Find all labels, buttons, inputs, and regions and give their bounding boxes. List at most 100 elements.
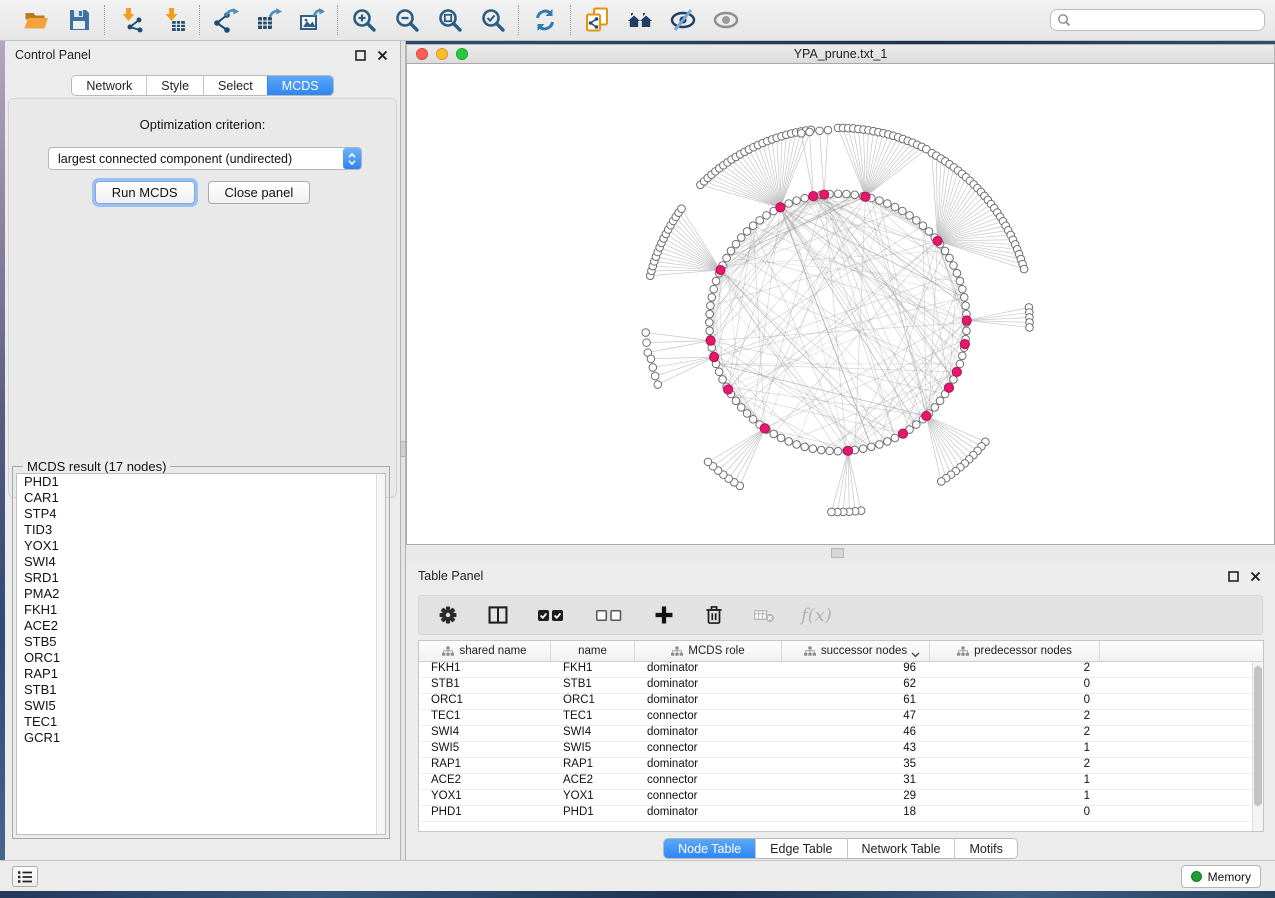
criterion-dropdown[interactable]: largest connected component (undirected) bbox=[48, 147, 362, 170]
mcds-result-item[interactable]: GCR1 bbox=[17, 730, 385, 746]
graph-node[interactable] bbox=[642, 329, 650, 337]
graph-mcds-node[interactable] bbox=[933, 236, 942, 245]
graph-node[interactable] bbox=[824, 126, 832, 134]
graph-node[interactable] bbox=[913, 421, 921, 429]
graph-mcds-node[interactable] bbox=[776, 203, 785, 212]
graph-node[interactable] bbox=[941, 247, 949, 255]
mcds-result-item[interactable]: STP4 bbox=[17, 506, 385, 522]
graph-node[interactable] bbox=[756, 217, 764, 225]
column-header-predecessor-nodes[interactable]: predecessor nodes bbox=[930, 641, 1100, 661]
zoom-fit-icon[interactable] bbox=[436, 7, 463, 34]
graph-node[interactable] bbox=[884, 200, 892, 208]
graph-node[interactable] bbox=[956, 277, 964, 285]
graph-mcds-node[interactable] bbox=[960, 340, 969, 349]
float-panel-icon[interactable] bbox=[352, 47, 368, 63]
deselect-all-icon[interactable] bbox=[593, 602, 627, 628]
column-header-name[interactable]: name bbox=[551, 641, 635, 661]
table-row[interactable]: TEC1TEC1connector472 bbox=[419, 710, 1252, 726]
mcds-result-list[interactable]: PHD1CAR1STP4TID3YOX1SWI4SRD1PMA2FKH1ACE2… bbox=[16, 473, 386, 835]
mcds-result-item[interactable]: SRD1 bbox=[17, 570, 385, 586]
table-scrollbar[interactable] bbox=[1252, 662, 1263, 831]
graph-mcds-node[interactable] bbox=[716, 265, 725, 274]
graph-node[interactable] bbox=[937, 478, 945, 486]
graph-mcds-node[interactable] bbox=[952, 367, 961, 376]
graph-mcds-node[interactable] bbox=[724, 385, 733, 394]
graph-node[interactable] bbox=[732, 397, 740, 405]
graph-node[interactable] bbox=[727, 247, 735, 255]
first-neighbors-icon[interactable] bbox=[626, 7, 653, 34]
graph-node[interactable] bbox=[891, 203, 899, 211]
float-panel-icon[interactable] bbox=[1225, 568, 1241, 584]
table-row[interactable]: FKH1FKH1dominator962 bbox=[419, 662, 1252, 678]
graph-node[interactable] bbox=[785, 200, 793, 208]
export-table-icon[interactable] bbox=[255, 7, 282, 34]
delete-table-icon[interactable] bbox=[751, 602, 777, 628]
graph-node[interactable] bbox=[891, 434, 899, 442]
mcds-result-item[interactable]: STB5 bbox=[17, 634, 385, 650]
mcds-result-item[interactable]: ACE2 bbox=[17, 618, 385, 634]
show-panels-list-button[interactable] bbox=[12, 866, 38, 887]
graph-mcds-node[interactable] bbox=[861, 192, 870, 201]
graph-node[interactable] bbox=[647, 355, 655, 363]
graph-node[interactable] bbox=[851, 191, 859, 199]
tab-network[interactable]: Network bbox=[72, 76, 146, 95]
table-row[interactable]: YOX1YOX1connector291 bbox=[419, 790, 1252, 806]
graph-node[interactable] bbox=[737, 234, 745, 242]
table-row[interactable]: ACE2ACE2connector311 bbox=[419, 774, 1252, 790]
graph-node[interactable] bbox=[793, 441, 801, 449]
open-folder-icon[interactable] bbox=[22, 7, 49, 34]
graph-node[interactable] bbox=[936, 397, 944, 405]
graph-node[interactable] bbox=[913, 217, 921, 225]
table-row[interactable]: SWI4SWI4dominator462 bbox=[419, 726, 1252, 742]
export-network-icon[interactable] bbox=[212, 7, 239, 34]
graph-node[interactable] bbox=[743, 410, 751, 418]
graph-node[interactable] bbox=[931, 404, 939, 412]
function-builder-icon[interactable]: f(x) bbox=[801, 605, 832, 626]
splitter-grip[interactable] bbox=[831, 548, 844, 558]
graph-node[interactable] bbox=[828, 508, 836, 516]
tab-select[interactable]: Select bbox=[203, 76, 267, 95]
table-row[interactable]: PHD1PHD1dominator180 bbox=[419, 806, 1252, 822]
network-window-titlebar[interactable]: YPA_prune.txt_1 bbox=[406, 44, 1275, 64]
refresh-icon[interactable] bbox=[531, 7, 558, 34]
graph-node[interactable] bbox=[723, 254, 731, 262]
mcds-result-item[interactable]: TID3 bbox=[17, 522, 385, 538]
graph-node[interactable] bbox=[809, 445, 817, 453]
graph-node[interactable] bbox=[801, 194, 809, 202]
graph-node[interactable] bbox=[785, 438, 793, 446]
select-all-icon[interactable] bbox=[535, 602, 569, 628]
delete-column-icon[interactable] bbox=[701, 602, 727, 628]
hide-selected-icon[interactable] bbox=[669, 7, 696, 34]
table-scrollbar-thumb[interactable] bbox=[1254, 666, 1262, 806]
show-all-icon[interactable] bbox=[712, 7, 739, 34]
graph-node[interactable] bbox=[749, 222, 757, 230]
graph-node[interactable] bbox=[706, 327, 714, 335]
mcds-result-item[interactable]: PMA2 bbox=[17, 586, 385, 602]
graph-node[interactable] bbox=[834, 190, 842, 198]
graph-node[interactable] bbox=[963, 327, 971, 335]
close-panel-icon[interactable] bbox=[1247, 568, 1263, 584]
settings-gear-icon[interactable] bbox=[435, 602, 461, 628]
graph-node[interactable] bbox=[960, 294, 968, 302]
tab-mcds[interactable]: MCDS bbox=[267, 76, 333, 95]
graph-node[interactable] bbox=[843, 190, 851, 198]
graph-mcds-node[interactable] bbox=[809, 192, 818, 201]
mcds-result-item[interactable]: SWI4 bbox=[17, 554, 385, 570]
graph-node[interactable] bbox=[806, 128, 814, 136]
network-canvas[interactable] bbox=[406, 64, 1275, 545]
graph-node[interactable] bbox=[956, 360, 964, 368]
graph-node[interactable] bbox=[706, 319, 714, 327]
tab-edge-table[interactable]: Edge Table bbox=[755, 839, 846, 858]
import-network-icon[interactable] bbox=[117, 7, 144, 34]
mcds-result-item[interactable]: TEC1 bbox=[17, 714, 385, 730]
graph-node[interactable] bbox=[919, 222, 927, 230]
mcds-result-item[interactable]: RAP1 bbox=[17, 666, 385, 682]
graph-node[interactable] bbox=[959, 285, 967, 293]
graph-node[interactable] bbox=[797, 130, 805, 138]
graph-node[interactable] bbox=[1026, 324, 1034, 332]
graph-node[interactable] bbox=[749, 415, 757, 423]
graph-node[interactable] bbox=[712, 277, 720, 285]
clone-network-icon[interactable] bbox=[583, 7, 610, 34]
mcds-result-item[interactable]: STB1 bbox=[17, 682, 385, 698]
zoom-selected-icon[interactable] bbox=[479, 7, 506, 34]
